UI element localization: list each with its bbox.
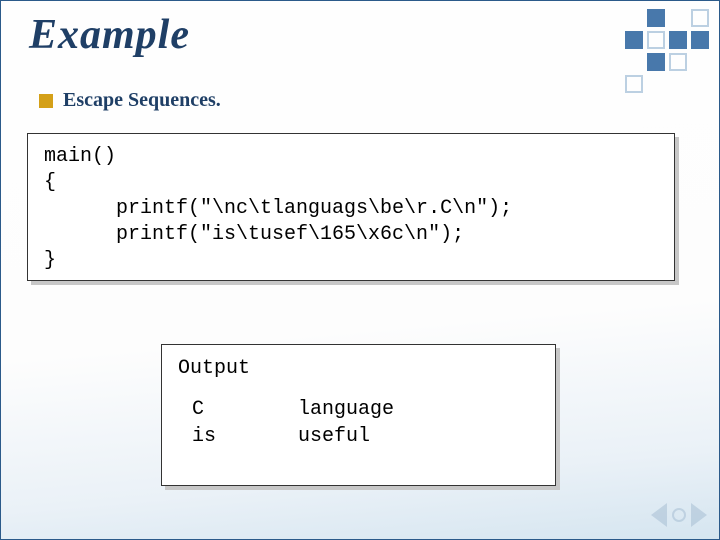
output-row: C language [178, 396, 539, 423]
code-line: printf("is\tusef\165\x6c\n"); [44, 222, 658, 248]
code-line: } [44, 248, 658, 274]
code-line: main() [44, 144, 658, 170]
output-label: Output [178, 355, 539, 382]
subtitle: Escape Sequences. [63, 89, 221, 112]
output-cell: is [178, 423, 298, 450]
output-cell: useful [298, 423, 370, 450]
nav-arrows-icon [649, 501, 709, 529]
output-box: Output C language is useful [161, 344, 556, 486]
corner-decoration [625, 9, 709, 93]
code-box: main() { printf("\nc\tlanguags\be\r.C\n"… [27, 133, 675, 281]
subtitle-row: Escape Sequences. [39, 89, 221, 112]
bullet-icon [39, 94, 53, 108]
output-row: is useful [178, 423, 539, 450]
code-line: printf("\nc\tlanguags\be\r.C\n"); [44, 196, 658, 222]
code-line: { [44, 170, 658, 196]
output-cell: C [178, 396, 298, 423]
slide-title: Example [29, 11, 190, 59]
output-cell: language [298, 396, 394, 423]
